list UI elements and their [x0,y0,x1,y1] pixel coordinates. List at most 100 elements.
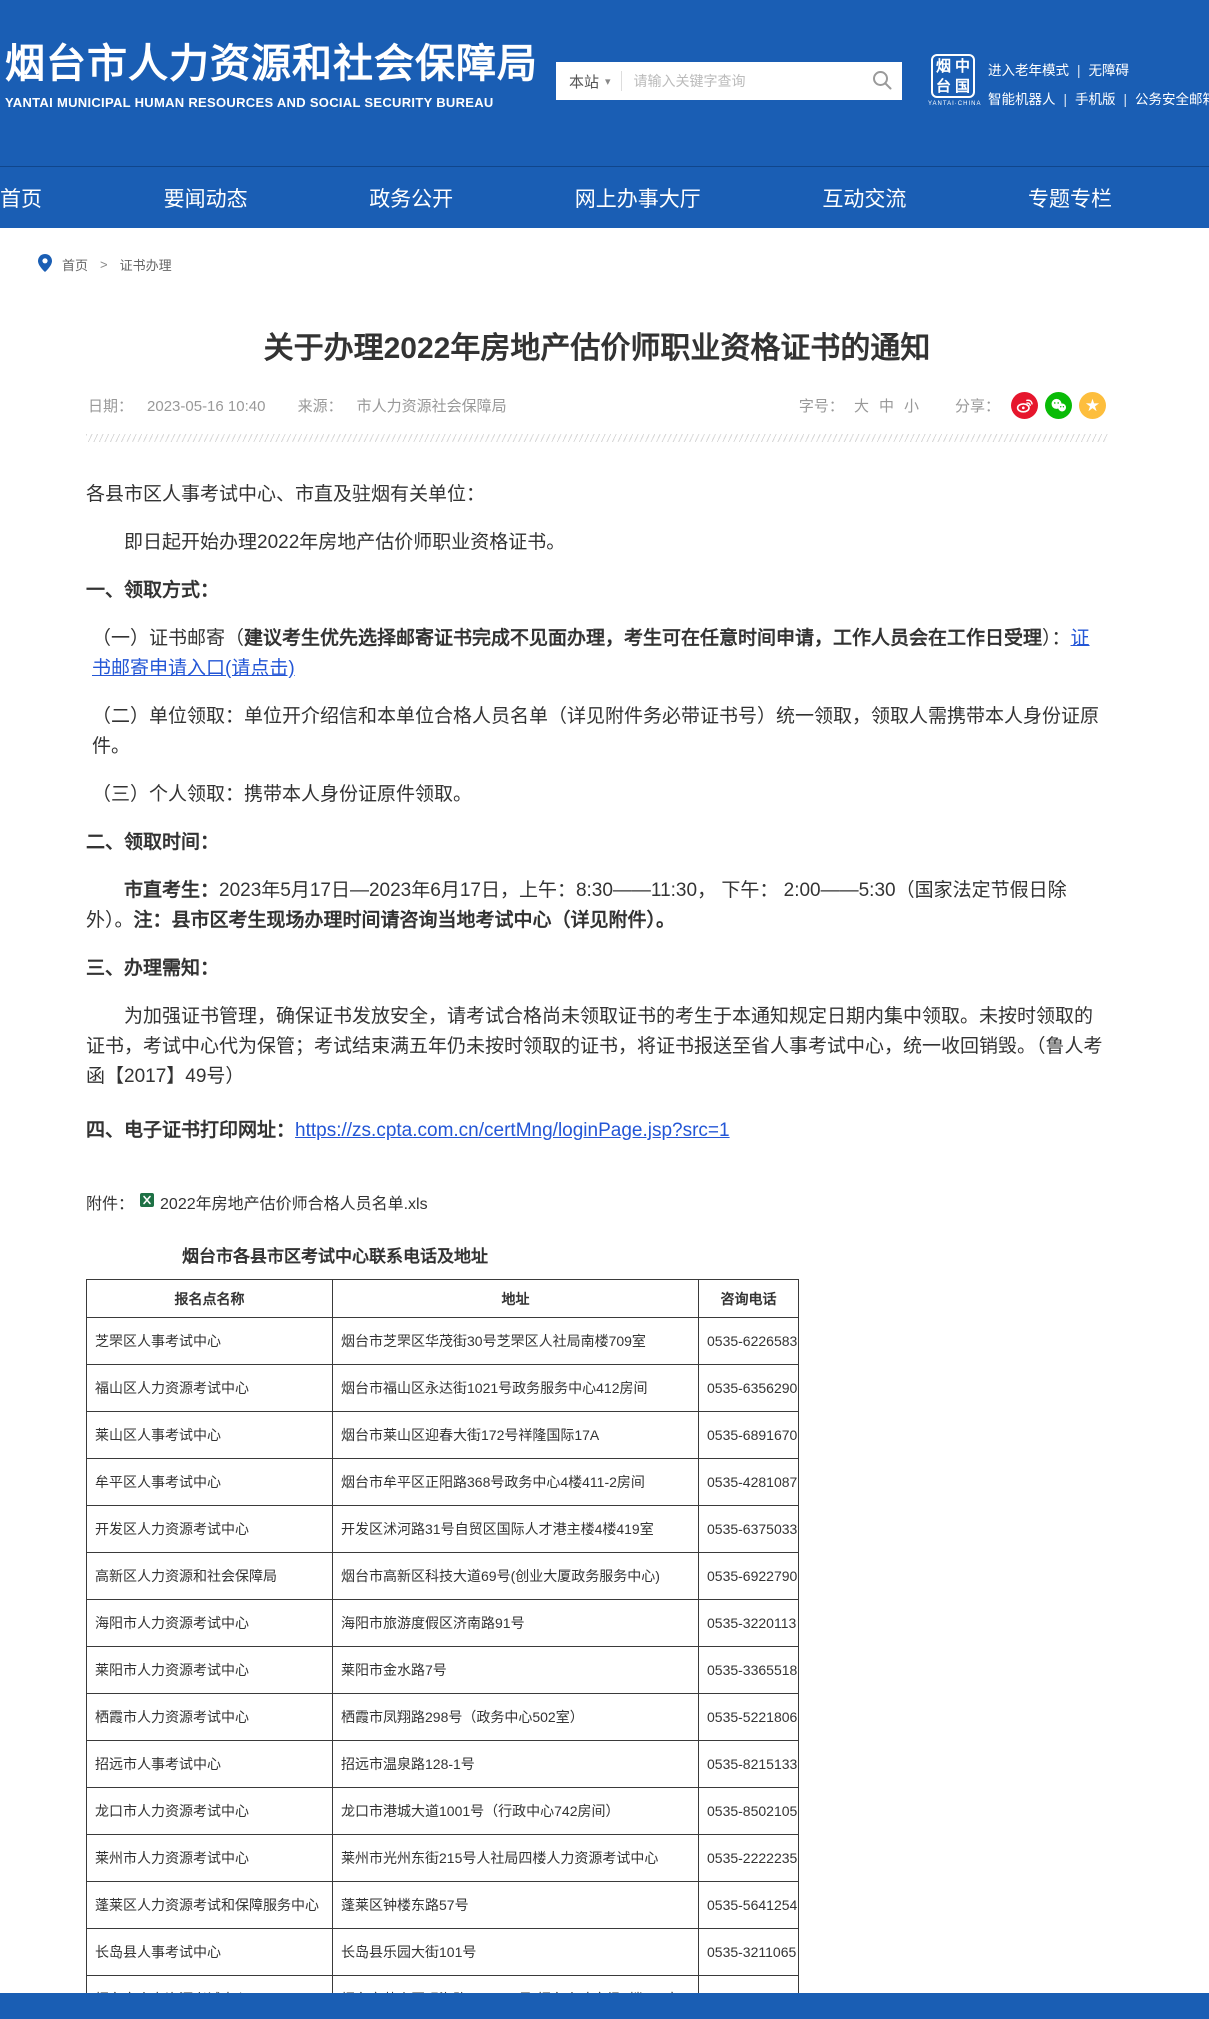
link-mobile-version[interactable]: 手机版 [1075,92,1116,107]
article-body: 各县市区人事考试中心、市直及驻烟有关单位： 即日起开始办理2022年房地产估价师… [86,480,1108,1146]
cell-center-name: 莱阳市人力资源考试中心 [87,1647,333,1694]
location-pin-icon [38,254,52,275]
header-quick-links: 进入老年模式 | 无障碍 智能机器人|手机版|公务安全邮箱 [988,56,1209,114]
star-icon: ★ [1085,397,1100,414]
share-label: 分享： [955,395,1000,416]
cell-center-name: 莱山区人事考试中心 [87,1412,333,1459]
share-qzone-icon[interactable]: ★ [1079,392,1106,419]
contact-table-title: 烟台市各县市区考试中心联系电话及地址 [182,1242,1108,1267]
cell-center-name: 蓬莱区人力资源考试和保障服务中心 [87,1882,333,1929]
section2-heading: 二、领取时间： [86,828,1108,858]
fontsize-small[interactable]: 小 [904,395,919,416]
seal-char: 中 [953,57,972,77]
paragraph-intro: 即日起开始办理2022年房地产估价师职业资格证书。 [86,528,1108,558]
cell-phone: 0535-2222235 [699,1835,799,1882]
table-row: 招远市人事考试中心招远市温泉路128-1号0535-8215133 [87,1741,799,1788]
article-meta: 日期：2023-05-16 10:40 来源：市人力资源社会保障局 字号： 大 … [86,392,1108,419]
chevron-down-icon: ▾ [605,75,611,88]
site-logo[interactable]: 烟台市人力资源和社会保障局 YANTAI MUNICIPAL HUMAN RES… [5,42,538,110]
cell-address: 栖霞市凤翔路298号（政务中心502室） [333,1694,699,1741]
nav-item-gov-disclosure[interactable]: 政务公开 [369,183,453,213]
cell-phone: 0535-3365518 [699,1647,799,1694]
breadcrumb: 首页 > 证书办理 [38,254,1209,275]
table-row: 开发区人力资源考试中心开发区沭河路31号自贸区国际人才港主楼4楼419室0535… [87,1506,799,1553]
site-name-en: YANTAI MUNICIPAL HUMAN RESOURCES AND SOC… [5,95,538,110]
nav-item-special-topics[interactable]: 专题专栏 [1028,183,1112,213]
cell-phone: 0535-5221806 [699,1694,799,1741]
breadcrumb-home[interactable]: 首页 [62,255,88,274]
column-header-phone: 咨询电话 [699,1280,799,1318]
link-accessibility[interactable]: 无障碍 [1089,63,1130,78]
seal-caption: YANTAI·CHINA [928,101,978,107]
fontsize-label: 字号： [799,395,844,416]
cell-address: 龙口市港城大道1001号（行政中心742房间） [333,1788,699,1835]
nav-item-online-service-hall[interactable]: 网上办事大厅 [575,183,701,213]
attachment-link[interactable]: 2022年房地产估价师合格人员名单.xls [160,1190,428,1214]
link-secure-mailbox[interactable]: 公务安全邮箱 [1135,92,1209,107]
nav-list: 首页 要闻动态 政务公开 网上办事大厅 互动交流 专题专栏 [0,167,1112,228]
cell-phone: 0535-8215133 [699,1741,799,1788]
quick-links-row2: 智能机器人|手机版|公务安全邮箱 [988,85,1209,114]
cell-center-name: 海阳市人力资源考试中心 [87,1600,333,1647]
paragraph-personal-option: （三）个人领取：携带本人身份证原件领取。 [86,780,1108,810]
meta-date: 日期：2023-05-16 10:40 [88,398,279,415]
quick-links-row1: 进入老年模式 | 无障碍 [988,56,1209,85]
cell-address: 莱阳市金水路7号 [333,1647,699,1694]
seal-icon: 烟 中 台 国 [931,54,975,98]
share-weibo-icon[interactable] [1011,392,1038,419]
table-row: 芝罘区人事考试中心烟台市芝罘区华茂街30号芝罘区人社局南楼709室0535-62… [87,1318,799,1365]
seal-char: 烟 [934,57,953,77]
cell-address: 海阳市旅游度假区济南路91号 [333,1600,699,1647]
cell-center-name: 芝罘区人事考试中心 [87,1318,333,1365]
table-row: 海阳市人力资源考试中心海阳市旅游度假区济南路91号0535-3220113 [87,1600,799,1647]
paragraph-salutation: 各县市区人事考试中心、市直及驻烟有关单位： [86,480,1108,510]
cell-center-name: 莱州市人力资源考试中心 [87,1835,333,1882]
link-separator: | [1077,63,1081,78]
cell-phone: 0535-3211065 [699,1929,799,1976]
table-row: 栖霞市人力资源考试中心栖霞市凤翔路298号（政务中心502室）0535-5221… [87,1694,799,1741]
fontsize-large[interactable]: 大 [854,395,869,416]
cell-address: 烟台市牟平区正阳路368号政务中心4楼411-2房间 [333,1459,699,1506]
search-button[interactable] [862,62,902,100]
cell-center-name: 福山区人力资源考试中心 [87,1365,333,1412]
paragraph-pickup-time: 市直考生：2023年5月17日—2023年6月17日，上午：8:30——11:3… [86,876,1108,936]
main-nav: 首页 要闻动态 政务公开 网上办事大厅 互动交流 专题专栏 [0,166,1209,228]
article-content: 关于办理2022年房地产估价师职业资格证书的通知 日期：2023-05-16 1… [86,329,1108,2019]
table-row: 高新区人力资源和社会保障局烟台市高新区科技大道69号(创业大厦政务服务中心)05… [87,1553,799,1600]
share-wechat-icon[interactable] [1045,392,1072,419]
table-row: 龙口市人力资源考试中心龙口市港城大道1001号（行政中心742房间）0535-8… [87,1788,799,1835]
cell-center-name: 龙口市人力资源考试中心 [87,1788,333,1835]
nav-item-home[interactable]: 首页 [0,183,42,213]
cell-phone: 0535-4281087 [699,1459,799,1506]
section3-heading: 三、办理需知： [86,954,1108,984]
table-row: 福山区人力资源考试中心烟台市福山区永达街1021号政务服务中心412房间0535… [87,1365,799,1412]
search-scope-dropdown[interactable]: 本站 ▾ [556,71,621,92]
search-input[interactable] [622,73,862,89]
search-box: 本站 ▾ [556,62,902,100]
excel-file-icon [139,1192,155,1213]
yantai-china-seal-logo: 烟 中 台 国 YANTAI·CHINA [928,54,978,107]
cell-address: 招远市温泉路128-1号 [333,1741,699,1788]
link-elder-mode[interactable]: 进入老年模式 [988,63,1069,78]
table-row: 牟平区人事考试中心烟台市牟平区正阳路368号政务中心4楼411-2房间0535-… [87,1459,799,1506]
cell-address: 莱州市光州东街215号人社局四楼人力资源考试中心 [333,1835,699,1882]
seal-char: 国 [953,77,972,97]
footer-bar [0,1993,1209,2019]
cell-address: 烟台市莱山区迎春大街172号祥隆国际17A [333,1412,699,1459]
hatched-divider [86,434,1108,442]
contact-table-body: 芝罘区人事考试中心烟台市芝罘区华茂街30号芝罘区人社局南楼709室0535-62… [87,1318,799,2019]
search-icon [871,69,893,94]
section1-heading: 一、领取方式： [86,576,1108,606]
meta-right: 字号： 大 中 小 分享： ★ [799,392,1106,419]
fontsize-medium[interactable]: 中 [879,395,894,416]
paragraph-mail-option: （一）证书邮寄（建议考生优先选择邮寄证书完成不见面办理，考生可在任意时间申请，工… [86,624,1108,684]
table-row: 莱阳市人力资源考试中心莱阳市金水路7号0535-3365518 [87,1647,799,1694]
certificate-print-link[interactable]: https://zs.cpta.com.cn/certMng/loginPage… [295,1120,730,1141]
link-smart-robot[interactable]: 智能机器人 [988,92,1056,107]
cell-phone: 0535-6375033 [699,1506,799,1553]
nav-item-news[interactable]: 要闻动态 [164,183,248,213]
cell-phone: 0535-3220113 [699,1600,799,1647]
nav-item-interaction[interactable]: 互动交流 [822,183,906,213]
column-header-address: 地址 [333,1280,699,1318]
cell-address: 烟台市福山区永达街1021号政务服务中心412房间 [333,1365,699,1412]
